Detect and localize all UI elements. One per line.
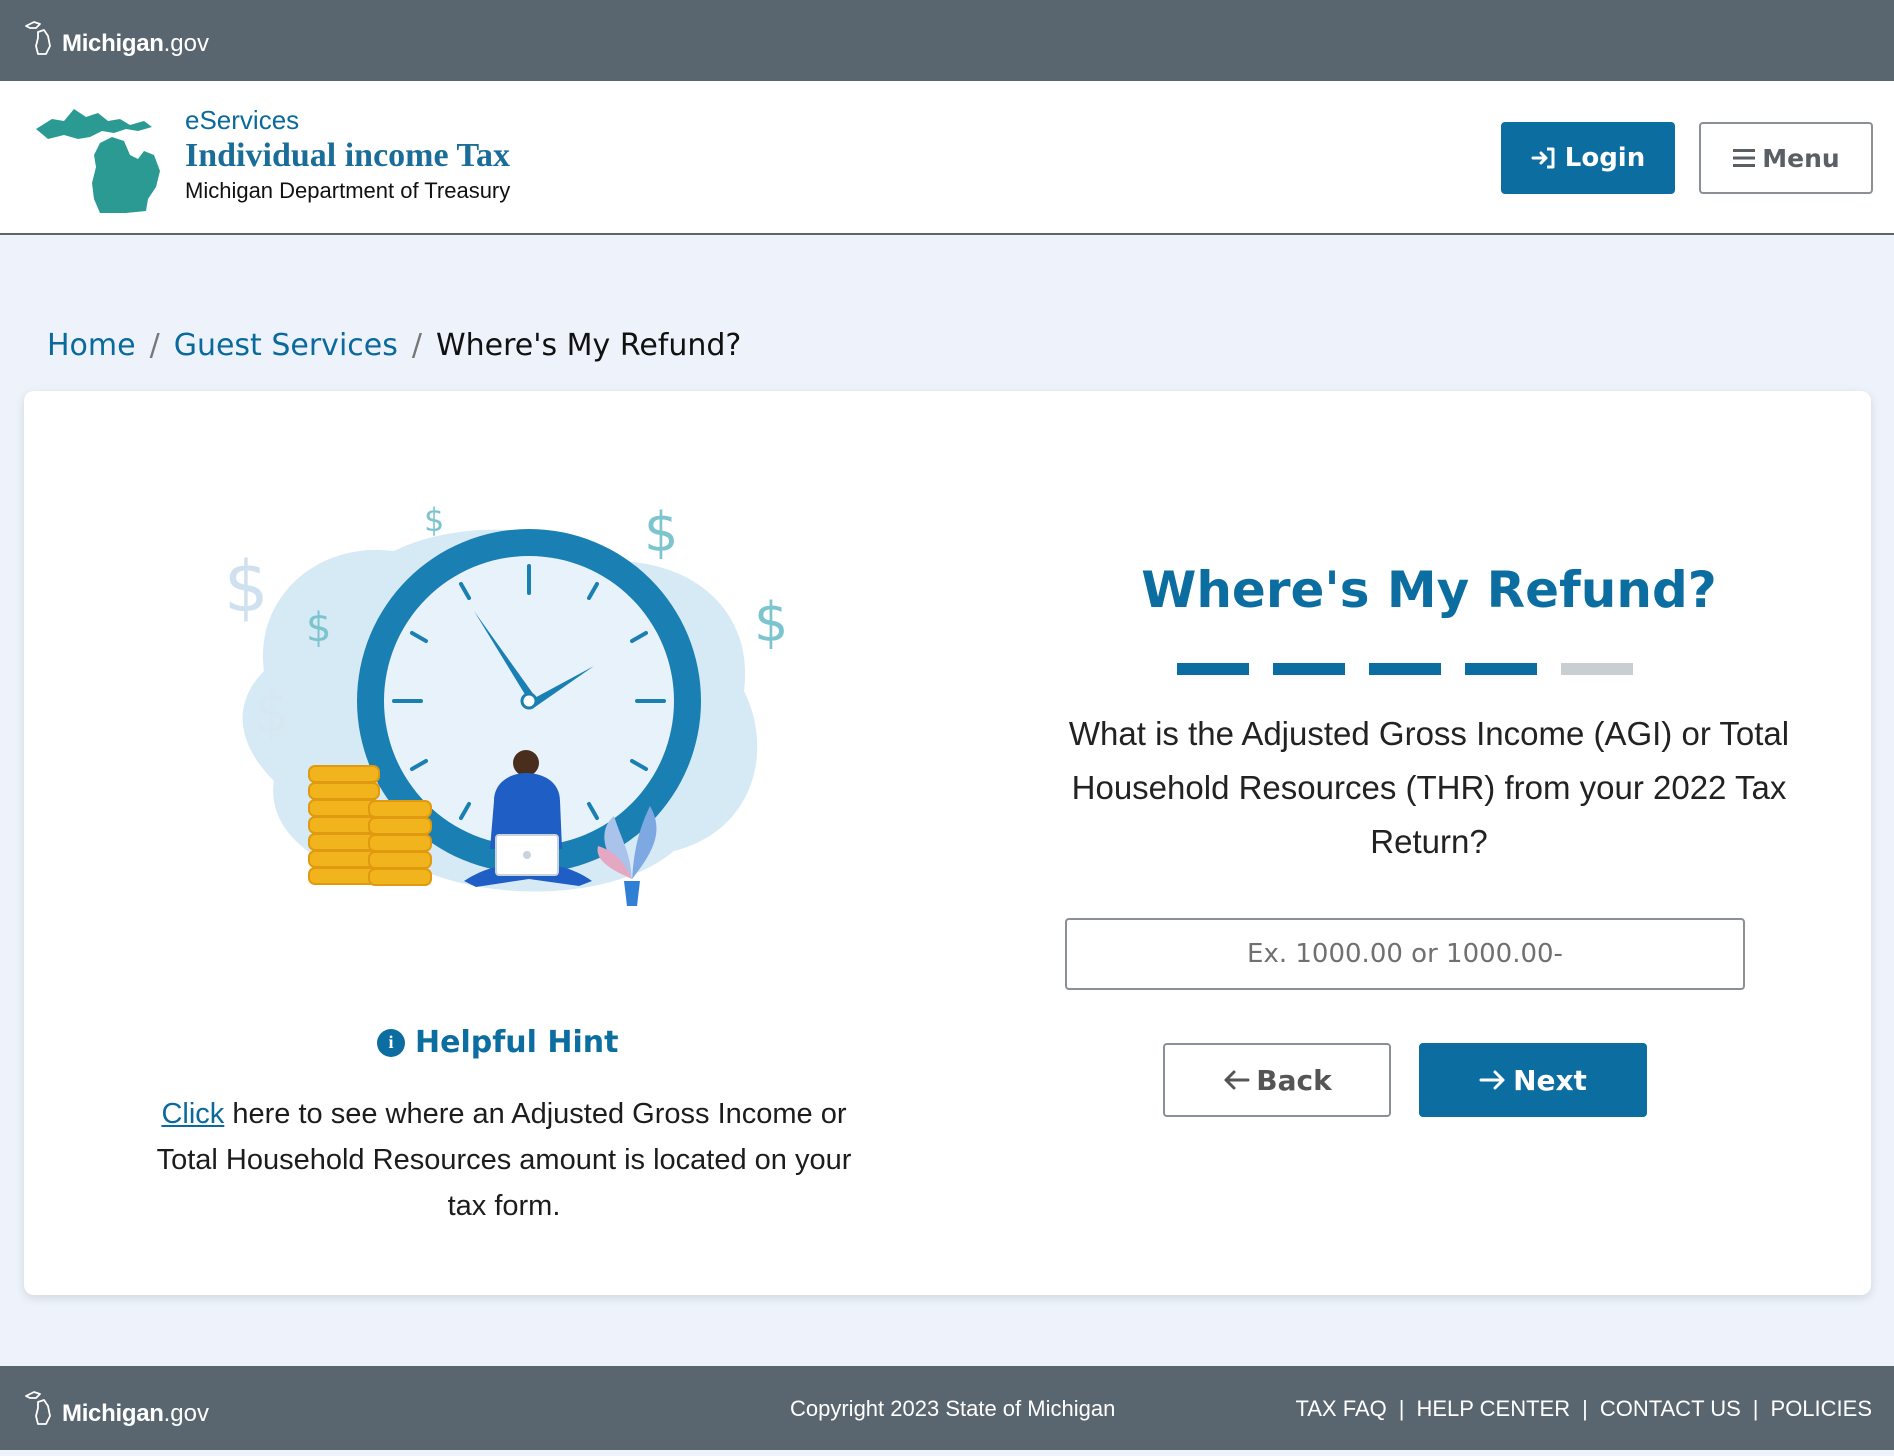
product-title: Individual income Tax xyxy=(185,137,511,174)
progress-step-pending xyxy=(1561,663,1633,675)
breadcrumb: Home / Guest Services / Where's My Refun… xyxy=(47,328,741,363)
login-label: Login xyxy=(1564,143,1646,173)
footer-link-policies[interactable]: POLICIES xyxy=(1771,1396,1872,1422)
michigan-gov-logo[interactable]: Michigan .gov xyxy=(22,18,209,58)
michigan-gov-logo[interactable]: Michigan .gov xyxy=(22,1388,209,1428)
footer-links: TAX FAQ | HELP CENTER | CONTACT US | POL… xyxy=(1295,1396,1872,1422)
svg-text:$: $ xyxy=(754,591,788,654)
back-label: Back xyxy=(1256,1063,1332,1097)
logo-name: Michigan xyxy=(62,30,164,57)
menu-label: Menu xyxy=(1762,143,1840,173)
agi-question: What is the Adjusted Gross Income (AGI) … xyxy=(1068,715,1790,860)
hint-body: here to see where an Adjusted Gross Inco… xyxy=(156,1098,852,1222)
logo-name: Michigan xyxy=(62,1400,164,1427)
eservices-label: eServices xyxy=(185,105,300,135)
step-progress-indicator xyxy=(1177,663,1633,675)
footer-link-tax-faq[interactable]: TAX FAQ xyxy=(1295,1396,1386,1422)
svg-text:$: $ xyxy=(424,501,444,539)
brand-block[interactable]: eServices Individual income Tax Michigan… xyxy=(185,105,510,205)
hint-title-text: Helpful Hint xyxy=(415,1025,619,1060)
footer-separator: | xyxy=(1582,1396,1588,1421)
next-label: Next xyxy=(1513,1063,1587,1097)
footer-link-contact-us[interactable]: CONTACT US xyxy=(1600,1396,1741,1422)
hint-text: Click here to see where an Adjusted Gros… xyxy=(134,1091,874,1229)
michigan-outline-icon xyxy=(25,1391,51,1425)
breadcrumb-current: Where's My Refund? xyxy=(435,328,742,363)
breadcrumb-separator: / xyxy=(149,328,160,363)
footer-separator: | xyxy=(1398,1396,1405,1421)
hint-click-link[interactable]: Click xyxy=(161,1098,224,1130)
breadcrumb-home[interactable]: Home xyxy=(47,328,136,363)
arrow-right-icon xyxy=(1479,1070,1505,1090)
progress-step-complete xyxy=(1273,663,1345,675)
next-button[interactable]: Next xyxy=(1419,1043,1647,1117)
refund-card: $ $ $ $ $ $ i Helpful Hint Click here to… xyxy=(24,391,1871,1295)
site-header: eServices Individual income Tax Michigan… xyxy=(0,81,1894,235)
footer-separator: | xyxy=(1752,1396,1759,1421)
agi-input[interactable] xyxy=(1065,918,1745,990)
department-name: Michigan Department of Treasury xyxy=(185,178,511,203)
footer-link-help-center[interactable]: HELP CENTER xyxy=(1416,1396,1570,1422)
menu-button[interactable]: Menu xyxy=(1699,122,1873,194)
back-button[interactable]: Back xyxy=(1163,1043,1391,1117)
arrow-left-icon xyxy=(1224,1070,1250,1090)
breadcrumb-guest-services[interactable]: Guest Services xyxy=(174,328,398,363)
svg-text:$: $ xyxy=(254,680,290,745)
top-bar: Michigan .gov xyxy=(0,0,1894,81)
progress-step-complete xyxy=(1177,663,1249,675)
copyright-text: Copyright 2023 State of Michigan xyxy=(790,1396,1116,1421)
logo-tld: .gov xyxy=(163,30,209,57)
site-footer: Michigan .gov Copyright 2023 State of Mic… xyxy=(0,1366,1894,1450)
svg-text:$: $ xyxy=(306,605,331,651)
login-button[interactable]: Login xyxy=(1501,122,1675,194)
progress-step-complete xyxy=(1465,663,1537,675)
logo-tld: .gov xyxy=(163,1400,209,1427)
progress-step-complete xyxy=(1369,663,1441,675)
menu-icon xyxy=(1733,149,1756,167)
michigan-outline-icon xyxy=(25,21,51,55)
page-title: Where's My Refund? xyxy=(1141,561,1717,619)
svg-text:$: $ xyxy=(644,501,678,564)
breadcrumb-separator: / xyxy=(411,328,422,363)
svg-text:$: $ xyxy=(224,546,269,628)
info-icon: i xyxy=(377,1028,405,1057)
michigan-map-icon xyxy=(36,109,160,213)
clock-refund-illustration: $ $ $ $ $ $ xyxy=(224,501,788,906)
helpful-hint-heading: i Helpful Hint xyxy=(377,1025,618,1060)
login-icon xyxy=(1531,147,1555,169)
